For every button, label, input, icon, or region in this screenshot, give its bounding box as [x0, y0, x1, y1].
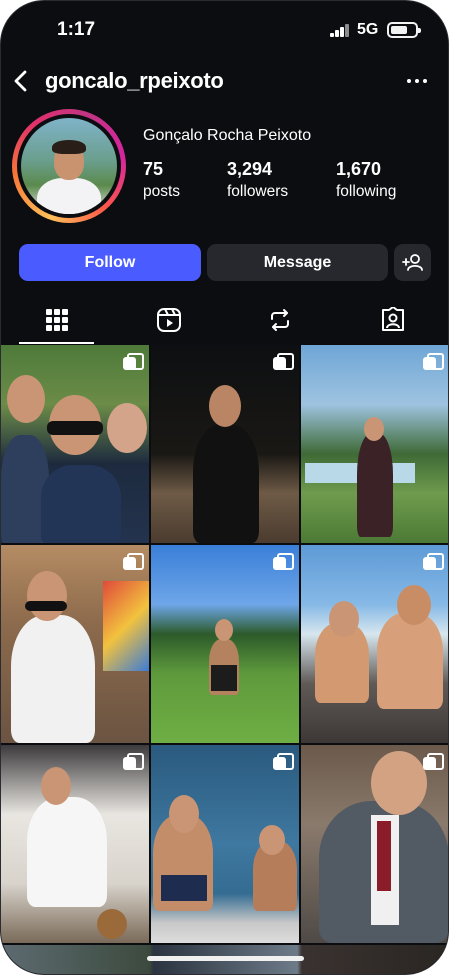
chevron-left-icon[interactable]	[11, 69, 31, 93]
phone-screen: 1:17 5G goncalo_rpeixoto Gonçalo Rocha P…	[0, 0, 449, 975]
carousel-icon	[273, 753, 294, 771]
profile-header: goncalo_rpeixoto	[1, 63, 448, 99]
carousel-icon	[423, 553, 444, 571]
battery-icon	[387, 22, 421, 38]
active-tab-indicator	[19, 342, 94, 344]
carousel-icon	[123, 353, 144, 371]
followers-count-value: 3,294	[227, 159, 273, 179]
grid-post[interactable]	[151, 545, 299, 743]
message-button[interactable]: Message	[207, 244, 388, 281]
grid-post[interactable]	[1, 745, 149, 943]
following-count-value: 1,670	[336, 159, 382, 179]
status-bar: 1:17 5G	[1, 1, 448, 57]
posts-count-value: 75	[143, 159, 164, 179]
follow-button[interactable]: Follow	[19, 244, 201, 281]
grid-post[interactable]	[1, 345, 149, 543]
signal-icon	[330, 24, 350, 37]
home-indicator[interactable]	[147, 956, 304, 961]
following-count-label: following	[336, 183, 397, 200]
grid-post[interactable]	[301, 345, 448, 543]
ellipsis-icon[interactable]	[404, 71, 430, 91]
carousel-icon	[273, 553, 294, 571]
grid-post[interactable]	[151, 345, 299, 543]
tab-reels[interactable]	[149, 301, 189, 341]
reels-icon	[157, 308, 181, 332]
tab-tagged[interactable]	[373, 301, 413, 341]
status-time: 1:17	[57, 19, 96, 40]
profile-username: goncalo_rpeixoto	[45, 68, 224, 93]
add-person-icon	[402, 254, 423, 271]
grid-post[interactable]	[301, 745, 448, 943]
tagged-icon	[382, 307, 404, 331]
network-label: 5G	[357, 21, 379, 38]
carousel-icon	[123, 553, 144, 571]
followers-count[interactable]: 3,294 followers	[227, 159, 288, 201]
following-count[interactable]: 1,670 following	[336, 159, 396, 201]
avatar-photo	[21, 118, 117, 214]
followers-count-label: followers	[227, 183, 289, 200]
profile-tabs	[1, 301, 448, 345]
tab-reposts[interactable]	[260, 301, 300, 341]
grid-post[interactable]	[151, 745, 299, 943]
add-person-button[interactable]	[394, 244, 431, 281]
posts-count-label: posts	[143, 183, 181, 200]
grid-post[interactable]	[301, 545, 448, 743]
carousel-icon	[423, 353, 444, 371]
post-grid	[1, 345, 448, 974]
grid-post[interactable]	[1, 545, 149, 743]
repost-icon	[271, 309, 289, 331]
grid-icon	[46, 309, 68, 331]
profile-full-name: Gonçalo Rocha Peixoto	[143, 127, 312, 144]
carousel-icon	[423, 753, 444, 771]
carousel-icon	[123, 753, 144, 771]
posts-count[interactable]: 75 posts	[143, 159, 180, 201]
avatar[interactable]	[12, 109, 126, 223]
tab-posts[interactable]	[37, 301, 77, 341]
carousel-icon	[273, 353, 294, 371]
